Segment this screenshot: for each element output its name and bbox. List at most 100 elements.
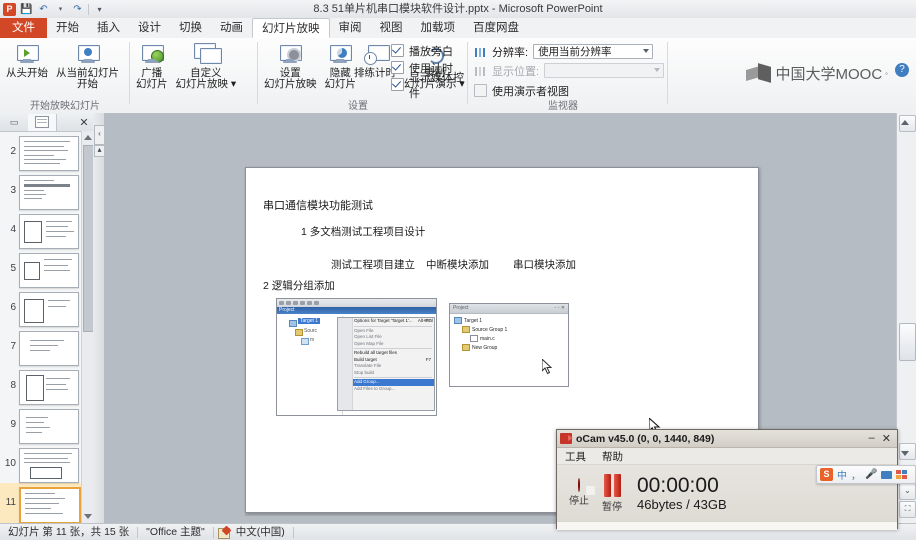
from-beginning-button[interactable]: 从头开始: [2, 40, 52, 90]
slide-thumbnail-preview[interactable]: [19, 136, 79, 171]
slide-line-2[interactable]: 2 逻辑分组添加: [263, 278, 335, 293]
slide-thumbnail-7[interactable]: 7: [0, 327, 93, 366]
ribbon-tab-3[interactable]: 设计: [129, 18, 170, 38]
help-icon[interactable]: ?: [895, 63, 909, 77]
language-status[interactable]: 中文(中国): [234, 524, 293, 540]
save-icon[interactable]: 💾: [20, 3, 33, 16]
ime-punctuation-button[interactable]: ，: [851, 467, 861, 482]
slide-thumbnail-5[interactable]: 5: [0, 249, 93, 288]
keil-window-buttons-right[interactable]: ▫ ▫ ✕: [554, 305, 565, 311]
context-menu-separator: [354, 348, 432, 349]
slide-title-text[interactable]: 串口通信模块功能测试: [263, 197, 373, 213]
from-current-slide-button[interactable]: 从当前幻灯片 开始: [52, 40, 123, 90]
slide-thumbnail-4[interactable]: 4: [0, 210, 93, 249]
set-up-slide-show-button[interactable]: 设置 幻灯片放映: [260, 40, 321, 90]
project-tree-node-label: Source Group 1: [472, 326, 508, 333]
play-narrations-checkbox[interactable]: 播放旁白: [391, 42, 468, 59]
ocam-minimize-button[interactable]: –: [869, 432, 875, 445]
slide-thumbnail-9[interactable]: 9: [0, 405, 93, 444]
ribbon-tab-2[interactable]: 插入: [88, 18, 129, 38]
ocam-stop-button[interactable]: 停止: [563, 478, 595, 507]
next-slide-button[interactable]: ⌄: [899, 483, 916, 500]
slide-thumbnail-3[interactable]: 3: [0, 171, 93, 210]
slide-thumbnail-11[interactable]: 11: [0, 483, 93, 524]
ocam-menu-tools[interactable]: 工具: [565, 449, 586, 464]
redo-icon[interactable]: ↷: [71, 3, 84, 16]
canvas-vertical-scrollbar[interactable]: ⌃ ⌄ ⛶: [896, 113, 916, 523]
slide-thumbnail-preview[interactable]: [19, 253, 79, 288]
slide-thumbnail-6[interactable]: 6: [0, 288, 93, 327]
customize-qat-icon[interactable]: ▾: [93, 3, 106, 16]
thumbnail-art: [46, 226, 68, 227]
show-on-select[interactable]: [544, 63, 665, 78]
slide-line-1[interactable]: 1 多文档测试工程项目设计: [301, 224, 425, 239]
ime-tools-icon[interactable]: [896, 470, 908, 479]
ribbon-tab-4[interactable]: 切换: [170, 18, 211, 38]
ime-mode-button[interactable]: 中: [837, 467, 847, 482]
spellcheck-icon[interactable]: [217, 525, 232, 539]
custom-slide-show-button[interactable]: 自定义 幻灯片放映 ▾: [172, 40, 241, 90]
tab-outline[interactable]: [28, 113, 57, 131]
powerpoint-app-icon[interactable]: P: [3, 2, 16, 16]
ribbon-tab-6[interactable]: 幻灯片放映: [252, 18, 330, 38]
slide-count-status[interactable]: 幻灯片 第 11 张，共 15 张: [0, 524, 137, 540]
slide-thumbnail-preview[interactable]: [19, 331, 79, 366]
microphone-icon[interactable]: 🎤: [865, 469, 877, 480]
slide-thumbnail-preview[interactable]: [19, 487, 81, 524]
embedded-screenshot-right[interactable]: Project ▫ ▫ ✕ Target 1 Source Group 1 main…: [449, 303, 569, 387]
scroll-down-icon[interactable]: [84, 514, 92, 519]
slide-column-3[interactable]: 串口模块添加: [513, 257, 576, 272]
embedded-screenshot-left[interactable]: Project Target 1 Sourc m Options for Tar…: [276, 298, 437, 416]
undo-icon[interactable]: ↶: [37, 3, 50, 16]
project-tree-node[interactable]: Target 1: [454, 317, 482, 324]
slide-column-2[interactable]: 中断模块添加: [426, 257, 489, 272]
thumbnail-scrollbar[interactable]: [81, 131, 94, 523]
theme-status[interactable]: "Office 主题": [138, 524, 213, 540]
keyboard-icon[interactable]: [881, 470, 893, 479]
slide-thumbnail-preview[interactable]: [19, 214, 79, 249]
slide-thumbnail-8[interactable]: 8: [0, 366, 93, 405]
slide-thumbnail-preview[interactable]: [19, 292, 79, 327]
thumbnail-art: [46, 231, 74, 232]
slide-thumbnail-10[interactable]: 10: [0, 444, 93, 483]
ribbon-tab-10[interactable]: 百度网盘: [464, 18, 528, 38]
broadcast-slide-show-button[interactable]: 广播 幻灯片: [132, 40, 172, 90]
ribbon-tab-8[interactable]: 视图: [371, 18, 412, 38]
tab-slides[interactable]: ▭: [0, 114, 28, 131]
ribbon-tab-5[interactable]: 动画: [211, 18, 252, 38]
ocam-menu-help[interactable]: 帮助: [602, 449, 623, 464]
fit-slide-button[interactable]: ⛶: [899, 501, 916, 518]
rehearse-timings-label: 排练计时: [354, 67, 396, 79]
close-pane-button[interactable]: ✕: [75, 116, 93, 129]
thumbnail-art: [24, 184, 70, 187]
undo-dropdown-icon[interactable]: ▾: [54, 3, 67, 16]
context-menu-item-label: Open File: [354, 327, 374, 333]
ocam-pause-button[interactable]: 暂停: [595, 473, 629, 513]
slide-thumbnail-preview[interactable]: [19, 175, 79, 210]
resolution-select[interactable]: 使用当前分辨率: [533, 44, 654, 59]
sogou-ime-toolbar[interactable]: S 中 ， 🎤: [816, 465, 916, 484]
keil-context-menu[interactable]: Options for Target 'Target 1'... Alt+F7 Op…: [337, 317, 435, 411]
thumbnail-list[interactable]: 2 3 4 5 6 7 8 9 10 11: [0, 132, 93, 524]
canvas-scroll-thumb[interactable]: [899, 323, 916, 361]
scroll-up-icon[interactable]: [84, 135, 92, 140]
ribbon-tab-1[interactable]: 开始: [47, 18, 88, 38]
show-on-row: 显示位置:: [474, 62, 665, 79]
slide-thumbnail-preview[interactable]: [19, 448, 79, 483]
sogou-logo-icon[interactable]: S: [820, 468, 833, 481]
resolution-value: 使用当前分辨率: [538, 46, 612, 58]
slide-thumbnail-2[interactable]: 2: [0, 132, 93, 171]
ocam-close-button[interactable]: ✕: [882, 432, 891, 445]
slide-thumbnail-preview[interactable]: [19, 370, 79, 405]
project-tree-node[interactable]: main.c: [470, 335, 495, 342]
thumbnail-art: [24, 180, 54, 181]
slide-thumbnail-preview[interactable]: [19, 409, 79, 444]
project-tree-node[interactable]: New Group: [462, 344, 497, 351]
show-media-controls-checkbox[interactable]: 显示媒体控件: [391, 72, 468, 100]
ribbon-tab-9[interactable]: 加载项: [412, 18, 465, 38]
ribbon-tab-7[interactable]: 审阅: [330, 18, 371, 38]
slide-column-1[interactable]: 测试工程项目建立: [331, 257, 415, 272]
project-tree-node[interactable]: Source Group 1: [462, 326, 507, 333]
ribbon-tab-0[interactable]: 文件: [0, 18, 47, 38]
ocam-footer: [557, 521, 897, 530]
